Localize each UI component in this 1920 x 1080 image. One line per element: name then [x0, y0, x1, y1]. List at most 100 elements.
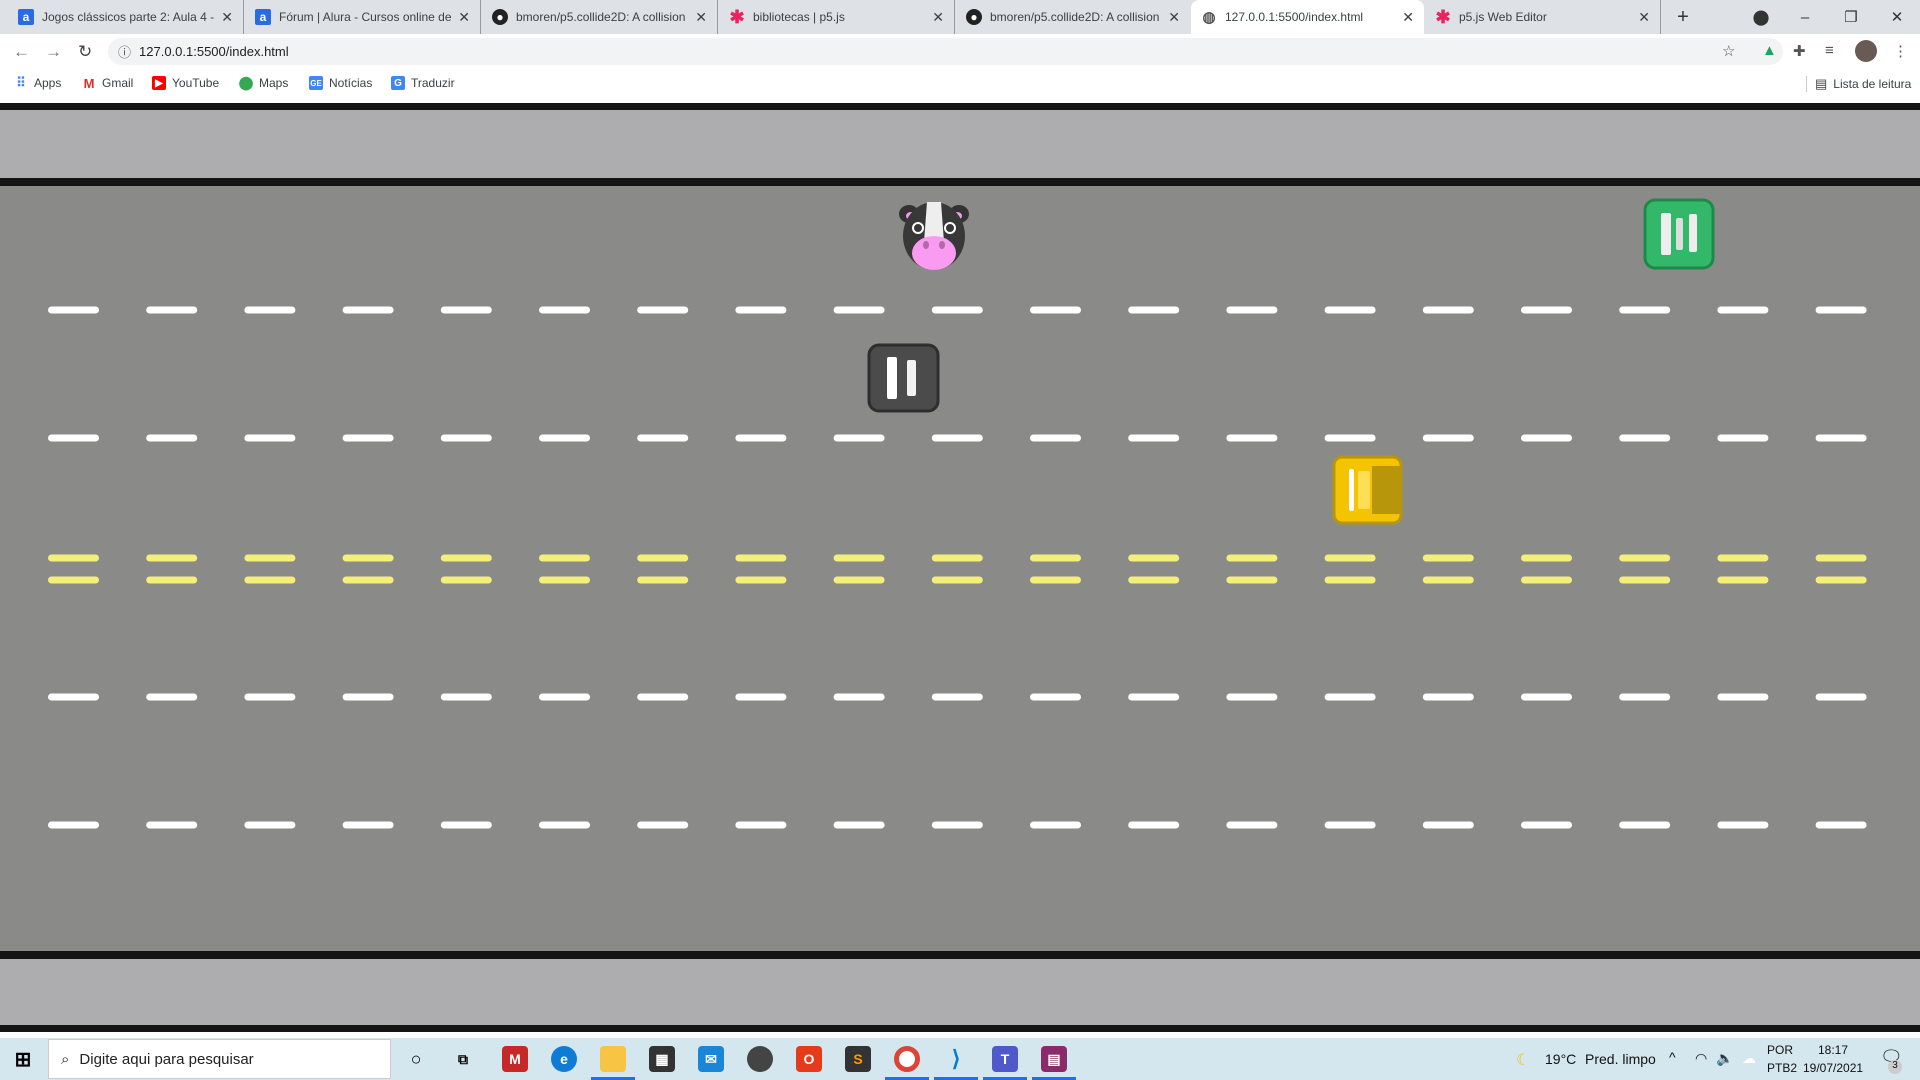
white-lane-dash [48, 434, 99, 442]
back-icon[interactable]: ← [13, 42, 30, 62]
weather-temp[interactable]: 19°C [1545, 1051, 1576, 1067]
globe-icon: ◍ [1202, 9, 1216, 26]
close-tab-icon[interactable]: ✕ [458, 9, 470, 26]
extensions-puzzle-icon[interactable]: ✚ [1793, 42, 1806, 60]
bookmark-star-icon[interactable]: ☆ [1722, 42, 1735, 60]
close-tab-icon[interactable]: ✕ [221, 9, 233, 26]
bookmark-apps[interactable]: ⠿ Apps [14, 75, 61, 90]
white-lane-dash [1030, 434, 1081, 442]
vscode-icon[interactable]: ⟩ [943, 1046, 969, 1072]
minimize-button[interactable]: – [1782, 0, 1828, 34]
clock-time[interactable]: 18:17 [1818, 1043, 1848, 1057]
yellow-lane-dash [1128, 576, 1180, 584]
media-queue-icon[interactable]: ≡ [1825, 42, 1834, 59]
tab-github-collide[interactable]: ● bmoren/p5.collide2D: A collision ✕ [482, 0, 718, 34]
info-icon[interactable]: ⓘ [118, 42, 131, 61]
white-lane-dash [1815, 821, 1867, 829]
tab-github-collide-2[interactable]: ● bmoren/p5.collide2D: A collision ✕ [956, 0, 1190, 34]
tab-bibliotecas-p5[interactable]: ✱ bibliotecas | p5.js ✕ [719, 0, 955, 34]
windows-start-icon[interactable]: ⊞ [10, 1046, 36, 1072]
close-window-button[interactable]: ✕ [1874, 0, 1920, 34]
white-lane-dash [1422, 821, 1474, 829]
top-sidewalk [0, 110, 1920, 178]
browser-globe-icon[interactable] [747, 1046, 773, 1072]
tab-bar: a Jogos clássicos parte 2: Aula 4 - ✕ a Fór… [0, 0, 1920, 34]
bookmark-maps[interactable]: ⬤ Maps [239, 75, 289, 90]
close-tab-icon[interactable]: ✕ [1638, 9, 1650, 26]
mail-icon[interactable]: ✉ [698, 1046, 724, 1072]
bookmark-label: Maps [259, 76, 289, 90]
white-lane-dash [931, 306, 983, 314]
close-tab-icon[interactable]: ✕ [932, 9, 944, 26]
white-lane-dash [1128, 693, 1180, 701]
tab-jogos-classicos[interactable]: a Jogos clássicos parte 2: Aula 4 - ✕ [8, 0, 244, 34]
volume-icon[interactable]: 🔈 [1716, 1050, 1733, 1067]
bookmark-noticias[interactable]: GE Notícias [309, 76, 372, 90]
white-lane-dash [1324, 306, 1376, 314]
mcafee-icon[interactable]: M [502, 1046, 528, 1072]
reload-icon[interactable]: ↻ [78, 42, 92, 62]
white-lane-dash [1521, 434, 1572, 442]
white-lane-dash [1619, 693, 1671, 701]
tab-search-icon[interactable]: ⬤ [1738, 0, 1784, 34]
restore-button[interactable]: ❐ [1828, 0, 1874, 34]
new-tab-button[interactable]: + [1660, 0, 1706, 34]
store-icon[interactable]: ▦ [649, 1046, 675, 1072]
url-text: 127.0.0.1:5500/index.html [139, 44, 289, 59]
sublime-text-icon[interactable]: S [845, 1046, 871, 1072]
reading-list-button[interactable]: ▤ Lista de leitura [1806, 76, 1911, 92]
task-view-icon[interactable]: ⧉ [450, 1046, 476, 1072]
file-explorer-icon[interactable] [600, 1046, 626, 1072]
forward-icon[interactable]: → [45, 42, 62, 62]
bookmark-traduzir[interactable]: G Traduzir [391, 76, 455, 90]
white-lane-dash [637, 693, 689, 701]
reading-list-icon: ▤ [1815, 76, 1828, 91]
teams-icon[interactable]: T [992, 1046, 1018, 1072]
edge-icon[interactable]: e [551, 1046, 577, 1072]
chrome-icon[interactable] [894, 1046, 920, 1072]
bookmark-youtube[interactable]: ▶ YouTube [152, 76, 219, 90]
white-lane-dash [1324, 821, 1376, 829]
white-lane-dash [1030, 306, 1081, 314]
white-lane-dash [342, 306, 394, 314]
profile-avatar[interactable] [1855, 40, 1877, 62]
white-lane-dash [1717, 306, 1769, 314]
white-lane-dash [146, 306, 198, 314]
onedrive-icon[interactable]: ☁ [1742, 1050, 1756, 1067]
white-lane-dash [1815, 693, 1867, 701]
close-tab-icon[interactable]: ✕ [695, 9, 707, 26]
tab-p5-web-editor[interactable]: ✱ p5.js Web Editor ✕ [1425, 0, 1661, 34]
language-indicator[interactable]: POR [1767, 1043, 1793, 1057]
show-hidden-icons-chevron[interactable]: ^ [1669, 1049, 1676, 1065]
google-drive-icon[interactable]: ▲ [1762, 42, 1777, 59]
taskbar-search-input[interactable]: ⌕ Digite aqui para pesquisar [48, 1039, 391, 1079]
white-lane-dash [244, 306, 296, 314]
office-icon[interactable]: O [796, 1046, 822, 1072]
tab-title: bibliotecas | p5.js [753, 10, 845, 24]
white-lane-dash [1324, 434, 1376, 442]
game-canvas[interactable] [0, 103, 1920, 1038]
cortana-icon[interactable]: ○ [403, 1046, 429, 1072]
white-lane-dash [1128, 821, 1180, 829]
yellow-lane-dash [833, 554, 885, 562]
clock-date[interactable]: 19/07/2021 [1803, 1061, 1863, 1075]
weather-moon-icon[interactable]: ☾ [1516, 1050, 1530, 1070]
tab-forum-alura[interactable]: a Fórum | Alura - Cursos online de ✕ [245, 0, 481, 34]
wifi-icon[interactable]: ◠ [1695, 1050, 1707, 1067]
white-lane-dash [1030, 821, 1081, 829]
url-input[interactable]: ⓘ 127.0.0.1:5500/index.html [108, 38, 1783, 65]
white-lane-dash [1521, 821, 1572, 829]
keyboard-layout[interactable]: PTB2 [1767, 1061, 1797, 1075]
tab-localhost-active[interactable]: ◍ 127.0.0.1:5500/index.html ✕ [1191, 0, 1424, 34]
top-border [0, 103, 1920, 110]
yellow-lane-dash [146, 576, 198, 584]
winrar-icon[interactable]: ▤ [1041, 1046, 1067, 1072]
white-lane-dash [1815, 434, 1867, 442]
close-tab-icon[interactable]: ✕ [1402, 9, 1414, 26]
bookmark-gmail[interactable]: M Gmail [82, 76, 134, 91]
close-tab-icon[interactable]: ✕ [1168, 9, 1180, 26]
menu-kebab-icon[interactable]: ⋮ [1893, 42, 1908, 60]
address-bar-row: ← → ↻ ⓘ 127.0.0.1:5500/index.html ☆ ▲ ✚ ≡… [0, 34, 1920, 69]
weather-text[interactable]: Pred. limpo [1585, 1051, 1656, 1067]
top-curb [0, 178, 1920, 186]
